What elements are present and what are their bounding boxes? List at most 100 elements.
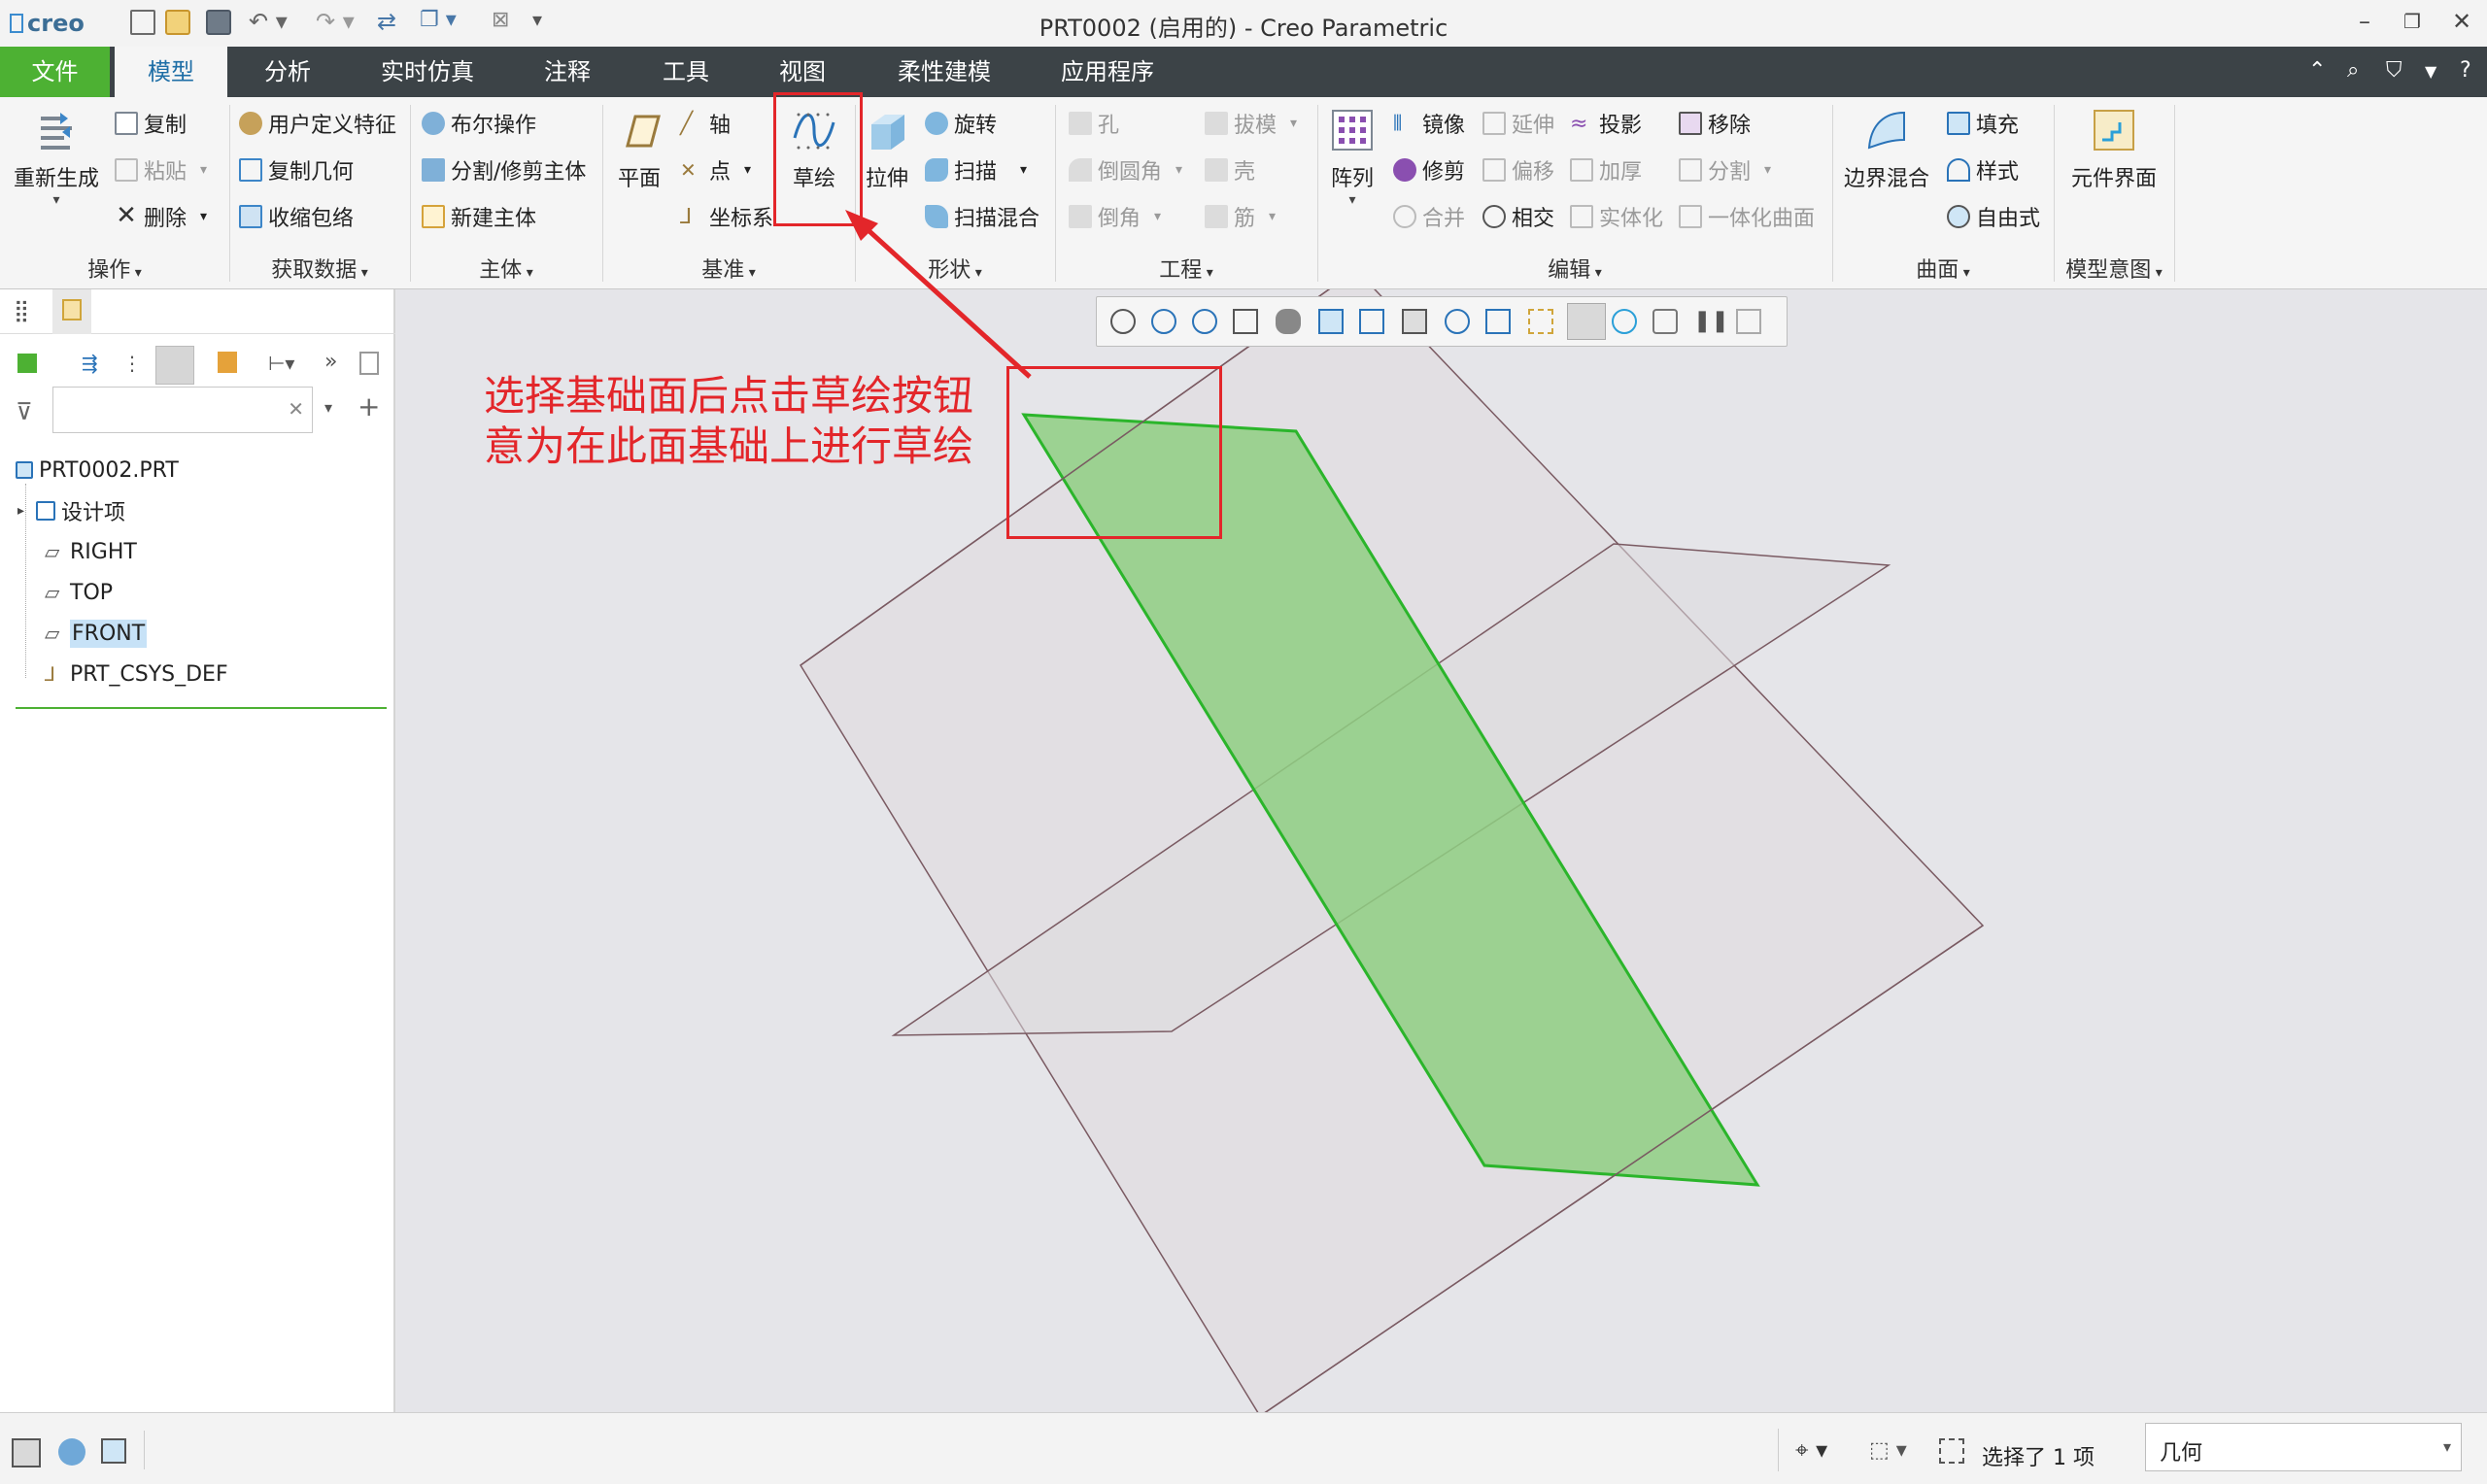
tab-applications[interactable]: 应用程序 bbox=[1039, 47, 1175, 97]
datum-csys-button[interactable]: ⅃ 坐标系 bbox=[680, 200, 773, 233]
shell-button[interactable]: 壳 bbox=[1205, 153, 1255, 186]
columns-icon[interactable] bbox=[155, 346, 194, 385]
mirror-button[interactable]: ⫴ 镜像 bbox=[1393, 107, 1465, 140]
notes-icon[interactable] bbox=[359, 352, 379, 375]
close-icon[interactable]: ✕ bbox=[2452, 8, 2471, 35]
perspective-icon[interactable] bbox=[1402, 309, 1427, 334]
datum-axis-button[interactable]: ╱ 轴 bbox=[680, 107, 731, 140]
group-label-body[interactable]: 主体 bbox=[410, 253, 602, 284]
display-style-icon[interactable] bbox=[1276, 309, 1301, 334]
tree-root[interactable]: PRT0002.PRT bbox=[16, 451, 179, 489]
extrude-button[interactable]: 拉伸 bbox=[859, 105, 915, 192]
merge-button[interactable]: 合并 bbox=[1393, 200, 1465, 233]
extend-button[interactable]: 延伸 bbox=[1482, 107, 1554, 140]
group-label-datum[interactable]: 基准 bbox=[602, 253, 855, 284]
group-label-engineering[interactable]: 工程 bbox=[1055, 253, 1317, 284]
udf-button[interactable]: 用户定义特征 bbox=[239, 107, 396, 140]
tree-item-top[interactable]: ▱ TOP bbox=[45, 573, 113, 612]
round-button[interactable]: 倒圆角 ▾ bbox=[1069, 153, 1182, 186]
datum-display-icon[interactable] bbox=[1485, 309, 1511, 334]
browser-icon[interactable] bbox=[58, 1438, 85, 1466]
regenerate-button[interactable]: 重新生成 ▾ bbox=[10, 105, 103, 208]
zoom-in-icon[interactable] bbox=[1151, 309, 1176, 334]
draft-button[interactable]: 拔模 ▾ bbox=[1205, 107, 1297, 140]
tree-item-csys[interactable]: ⅃ PRT_CSYS_DEF bbox=[45, 655, 228, 693]
thicken-button[interactable]: 加厚 bbox=[1570, 153, 1642, 186]
add-icon[interactable]: + bbox=[358, 390, 380, 422]
copy-button[interactable]: 复制 bbox=[115, 107, 187, 140]
chamfer-button[interactable]: 倒角 ▾ bbox=[1069, 200, 1161, 233]
trim-button[interactable]: 修剪 bbox=[1393, 153, 1465, 186]
new-body-button[interactable]: 新建主体 bbox=[422, 200, 536, 233]
show-navigator-icon[interactable] bbox=[12, 1438, 41, 1467]
pattern-button[interactable]: 阵列 ▾ bbox=[1323, 105, 1381, 208]
group-label-operations[interactable]: 操作 bbox=[0, 253, 229, 284]
split-body-button[interactable]: 分割/修剪主体 bbox=[422, 153, 586, 186]
datum-point-button[interactable]: ✕ 点 ▾ bbox=[680, 153, 751, 186]
help-icon[interactable]: ? bbox=[2460, 58, 2471, 83]
find-icon[interactable]: ⌖ ▾ bbox=[1795, 1436, 1827, 1464]
dropdown-icon[interactable]: ▼ bbox=[2425, 62, 2436, 81]
tree-item-front[interactable]: ▱ FRONT bbox=[45, 614, 148, 653]
project-button[interactable]: ≈ 投影 bbox=[1570, 107, 1642, 140]
solidify-button[interactable]: 实体化 bbox=[1570, 200, 1663, 233]
tab-file[interactable]: 文件 bbox=[0, 47, 110, 97]
spin-center-icon[interactable] bbox=[1612, 309, 1637, 334]
tree-filter-icon[interactable]: ⊢▾ bbox=[268, 352, 294, 375]
fill-button[interactable]: 填充 bbox=[1947, 107, 2019, 140]
refit-icon[interactable] bbox=[1110, 309, 1136, 334]
boolean-button[interactable]: 布尔操作 bbox=[422, 107, 536, 140]
selection-filter-icon[interactable] bbox=[1567, 303, 1606, 340]
expand-icon[interactable]: ▸ bbox=[17, 503, 24, 519]
freestyle-button[interactable]: 自由式 bbox=[1947, 200, 2040, 233]
group-label-editing[interactable]: 编辑 bbox=[1317, 253, 1832, 284]
tab-analysis[interactable]: 分析 bbox=[243, 47, 332, 97]
tree-item-design-items[interactable]: ▸ 设计项 bbox=[17, 491, 125, 530]
copy-geometry-button[interactable]: 复制几何 bbox=[239, 153, 354, 186]
search-icon[interactable]: ⌕ bbox=[2347, 58, 2359, 83]
unify-surfaces-button[interactable]: 一体化曲面 bbox=[1679, 200, 1815, 233]
intersect-button[interactable]: 相交 bbox=[1482, 200, 1554, 233]
selected-items-icon[interactable] bbox=[1939, 1438, 1964, 1464]
model-tree-tab-icon[interactable]: ⣿ bbox=[14, 299, 29, 323]
restore-icon[interactable]: ❐ bbox=[2403, 10, 2421, 33]
clear-icon[interactable]: ✕ bbox=[288, 397, 304, 421]
annotation-display-icon[interactable] bbox=[1528, 309, 1553, 334]
insert-indicator[interactable] bbox=[16, 707, 387, 709]
tree-icon[interactable]: ⇶ bbox=[82, 352, 98, 375]
datum-plane-button[interactable]: 平面 bbox=[610, 105, 668, 192]
component-interface-button[interactable]: 元件界面 bbox=[2063, 105, 2164, 192]
view-manager-icon[interactable] bbox=[1359, 309, 1384, 334]
tab-tools[interactable]: 工具 bbox=[641, 47, 731, 97]
sweep-button[interactable]: 扫描 ▾ bbox=[925, 153, 1027, 186]
section-icon[interactable] bbox=[1445, 309, 1470, 334]
minimize-icon[interactable]: – bbox=[2359, 8, 2370, 35]
split-button[interactable]: 分割 ▾ bbox=[1679, 153, 1771, 186]
tab-flexible-modeling[interactable]: 柔性建模 bbox=[876, 47, 1012, 97]
remove-button[interactable]: 移除 bbox=[1679, 107, 1751, 140]
show-icon[interactable] bbox=[17, 354, 37, 373]
selection-box-icon[interactable]: ⬚ ▾ bbox=[1869, 1438, 1907, 1463]
paste-button[interactable]: 粘贴 ▾ bbox=[115, 153, 207, 186]
tab-view[interactable]: 视图 bbox=[758, 47, 847, 97]
shrinkwrap-button[interactable]: 收缩包络 bbox=[239, 200, 354, 233]
more-icon[interactable]: » bbox=[324, 350, 337, 374]
feature-icon[interactable] bbox=[218, 352, 237, 373]
zoom-out-icon[interactable] bbox=[1192, 309, 1217, 334]
collapse-ribbon-icon[interactable]: ⌃ bbox=[2308, 58, 2326, 83]
delete-button[interactable]: ✕ 删除 ▾ bbox=[115, 200, 207, 233]
hat-icon[interactable]: ⛉ bbox=[2386, 58, 2402, 83]
group-label-get-data[interactable]: 获取数据 bbox=[229, 253, 410, 284]
repaint-icon[interactable] bbox=[1233, 309, 1258, 334]
style-button[interactable]: 样式 bbox=[1947, 153, 2019, 186]
boundary-blend-button[interactable]: 边界混合 bbox=[1838, 105, 1935, 192]
tab-model[interactable]: 模型 bbox=[115, 47, 227, 97]
revolve-button[interactable]: 旋转 bbox=[925, 107, 997, 140]
pause-icon[interactable]: ❚❚ bbox=[1693, 309, 1729, 334]
group-label-model-intent[interactable]: 模型意图 bbox=[2054, 253, 2174, 284]
tab-annotate[interactable]: 注释 bbox=[523, 47, 612, 97]
layer-tab[interactable] bbox=[52, 289, 91, 334]
appearance-icon[interactable] bbox=[1652, 309, 1678, 334]
tree-item-right[interactable]: ▱ RIGHT bbox=[45, 532, 137, 571]
tab-live-simulation[interactable]: 实时仿真 bbox=[359, 47, 495, 97]
